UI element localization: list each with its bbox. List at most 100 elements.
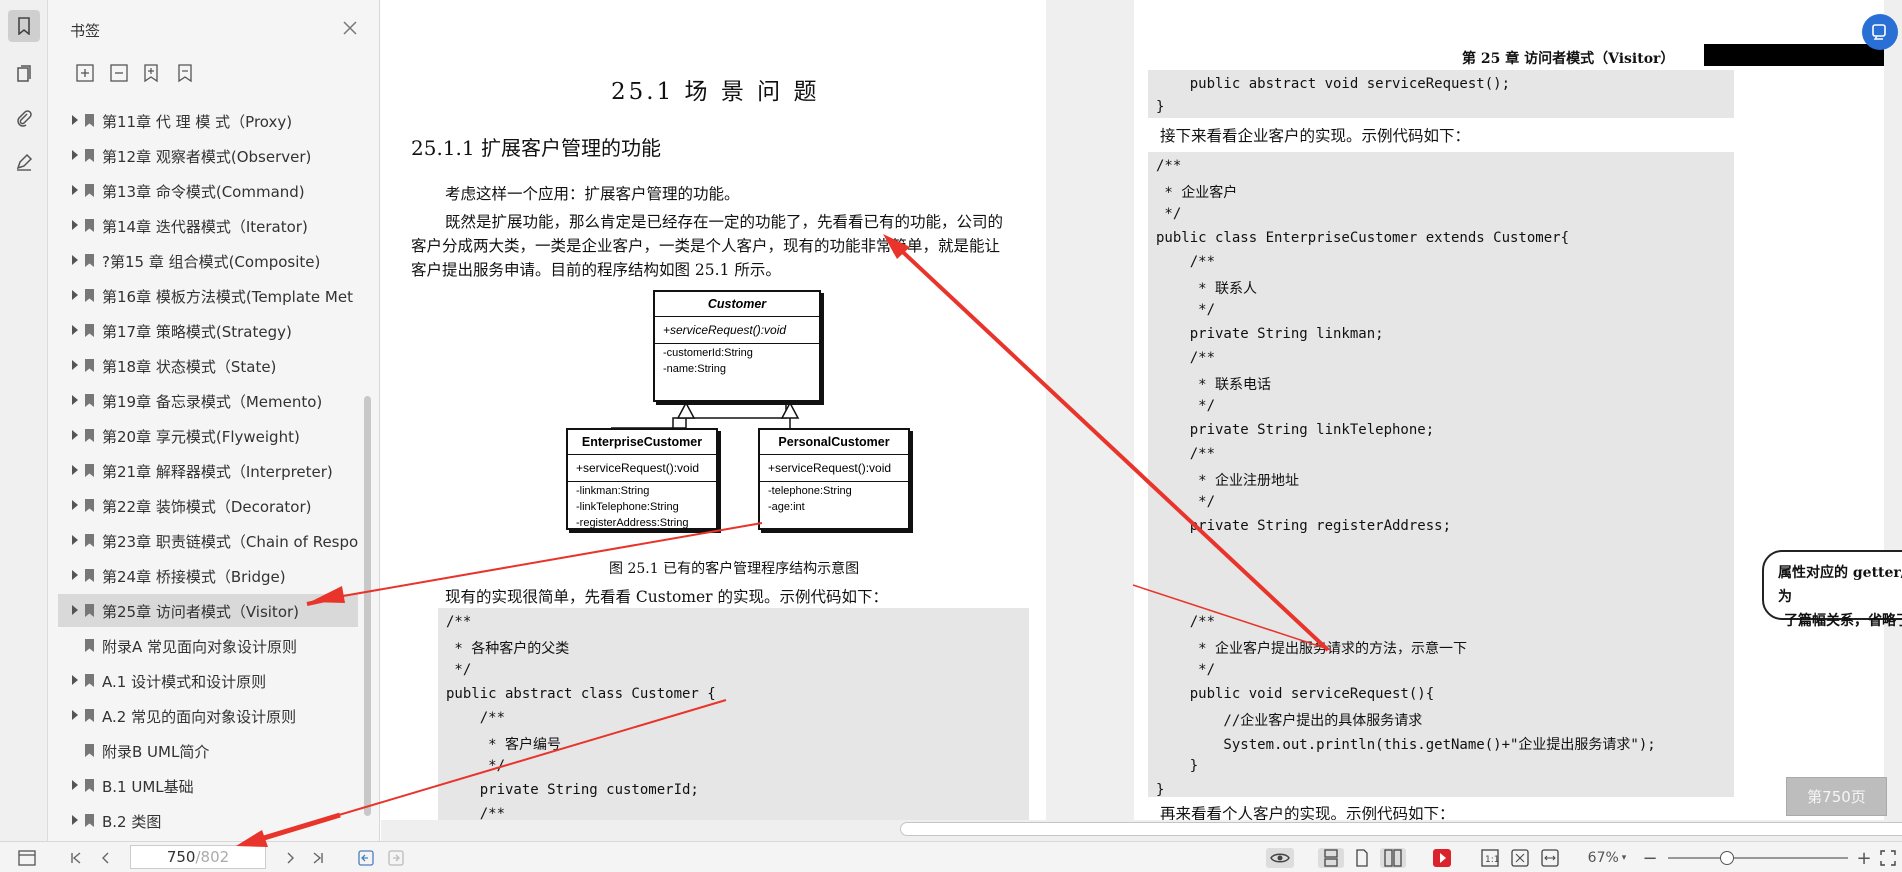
bookmark-item[interactable]: 第22章 装饰模式（Decorator) — [58, 489, 358, 522]
bookmark-item[interactable]: 附录B UML简介 — [58, 734, 358, 767]
page-number-input[interactable]: 750/802 — [130, 845, 266, 869]
bookmark-item[interactable]: 第16章 模板方法模式(Template Met — [58, 279, 358, 312]
expand-arrow-icon[interactable] — [72, 220, 78, 230]
expand-arrow-icon[interactable] — [72, 605, 78, 615]
expand-arrow-icon[interactable] — [72, 430, 78, 440]
horizontal-scrollbar[interactable] — [900, 822, 1902, 836]
code-line: } — [1156, 782, 1165, 797]
expand-all-icon[interactable] — [74, 62, 96, 84]
continuous-view-button[interactable] — [1318, 848, 1344, 868]
expand-arrow-icon[interactable] — [72, 500, 78, 510]
fullscreen-button[interactable] — [1878, 848, 1898, 868]
header-bar — [1704, 44, 1884, 66]
bookmark-item[interactable]: B.2 类图 — [58, 804, 358, 837]
bookmark-label: A.1 设计模式和设计原则 — [102, 673, 267, 691]
prev-page-button[interactable] — [96, 848, 116, 868]
next-page-button[interactable] — [280, 848, 300, 868]
fit-width-button[interactable] — [1538, 848, 1562, 868]
signature-panel-button[interactable] — [8, 146, 40, 178]
expand-arrow-icon[interactable] — [72, 675, 78, 685]
bookmark-item[interactable]: A.2 常见的面向对象设计原则 — [58, 699, 358, 732]
expand-arrow-icon[interactable] — [72, 290, 78, 300]
page-749: 25.1 场 景 问 题 25.1.1 扩展客户管理的功能 考虑这样一个应用：扩… — [381, 0, 1046, 820]
bookmark-item[interactable]: 第20章 享元模式(Flyweight) — [58, 419, 358, 452]
actual-size-button[interactable]: 1:1 — [1478, 848, 1502, 868]
code-line: } — [1156, 99, 1165, 115]
remove-bookmark-icon[interactable] — [174, 62, 196, 84]
zoom-in-button[interactable]: + — [1854, 848, 1874, 869]
collapse-all-icon[interactable] — [108, 62, 130, 84]
floating-assistant-button[interactable] — [1862, 14, 1898, 50]
expand-arrow-icon[interactable] — [72, 780, 78, 790]
forward-button[interactable] — [386, 848, 406, 868]
bookmark-item[interactable]: A.1 设计模式和设计原则 — [58, 664, 358, 697]
code-line: public void serviceRequest(){ — [1156, 686, 1435, 702]
first-page-button[interactable] — [66, 848, 86, 868]
code-line: */ — [446, 662, 472, 678]
back-button[interactable] — [356, 848, 376, 868]
bookmark-item[interactable]: B.1 UML基础 — [58, 769, 358, 802]
paragraph: 再来看看个人客户的实现。示例代码如下： — [1160, 805, 1455, 820]
uml-class-name: PersonalCustomer — [760, 430, 908, 455]
zoom-slider-thumb[interactable] — [1720, 851, 1734, 865]
panel-scrollbar[interactable] — [364, 396, 371, 816]
bookmark-icon — [85, 814, 94, 827]
bookmark-label: 第11章 代 理 模 式（Proxy) — [102, 113, 293, 131]
expand-arrow-icon[interactable] — [72, 185, 78, 195]
bookmark-icon — [85, 149, 94, 162]
expand-arrow-icon[interactable] — [72, 115, 78, 125]
chevron-right-icon — [287, 852, 294, 864]
bookmark-label: 第21章 解释器模式（Interpreter) — [102, 463, 333, 481]
close-icon[interactable] — [340, 18, 360, 38]
expand-arrow-icon[interactable] — [72, 710, 78, 720]
expand-arrow-icon[interactable] — [72, 395, 78, 405]
attachment-panel-button[interactable] — [8, 102, 40, 134]
bookmark-item[interactable]: 第21章 解释器模式（Interpreter) — [58, 454, 358, 487]
bookmark-item[interactable]: 第24章 桥接模式（Bridge) — [58, 559, 358, 592]
play-button[interactable] — [1430, 848, 1454, 868]
last-page-icon — [313, 852, 323, 864]
two-page-button[interactable] — [1380, 848, 1406, 868]
bookmark-item[interactable]: 第19章 备忘录模式（Memento) — [58, 384, 358, 417]
zoom-out-button[interactable]: − — [1640, 848, 1660, 869]
total-pages: /802 — [195, 848, 230, 866]
callout-bubble: 属性对应的 getter/setter 方法，为 了篇幅关系，省略了 — [1762, 550, 1902, 629]
bookmark-icon — [85, 534, 94, 547]
zoom-slider[interactable] — [1668, 851, 1848, 865]
expand-arrow-icon[interactable] — [72, 815, 78, 825]
bookmark-item[interactable]: 第17章 策略模式(Strategy) — [58, 314, 358, 347]
fit-page-button[interactable] — [1508, 848, 1532, 868]
single-page-button[interactable] — [1350, 848, 1374, 868]
bookmark-item[interactable]: 附录A 常见面向对象设计原则 — [58, 629, 358, 662]
paragraph: 现有的实现很简单，先看看 Customer 的实现。示例代码如下： — [445, 588, 888, 606]
last-page-button[interactable] — [308, 848, 328, 868]
uml-attribute: -telephone:String — [768, 485, 852, 497]
eye-protection-button[interactable] — [1266, 848, 1294, 868]
left-toolbar — [0, 0, 48, 841]
bookmark-item[interactable]: 第14章 迭代器模式（Iterator) — [58, 209, 358, 242]
thumbnail-panel-button[interactable] — [8, 58, 40, 90]
bookmark-item[interactable]: 第13章 命令模式(Command) — [58, 174, 358, 207]
expand-arrow-icon[interactable] — [72, 535, 78, 545]
expand-arrow-icon[interactable] — [72, 570, 78, 580]
bookmark-panel-button[interactable] — [8, 10, 40, 42]
code-line: /** — [446, 614, 472, 630]
bookmark-item[interactable]: 第11章 代 理 模 式（Proxy) — [58, 104, 358, 137]
add-bookmark-icon[interactable] — [140, 62, 162, 84]
uml-attribute: -name:String — [663, 363, 726, 375]
bookmark-item-selected[interactable]: 第25章 访问者模式（Visitor) — [58, 594, 358, 627]
expand-arrow-icon[interactable] — [72, 360, 78, 370]
expand-arrow-icon[interactable] — [72, 255, 78, 265]
bookmark-item[interactable]: 第18章 状态模式（State) — [58, 349, 358, 382]
expand-arrow-icon[interactable] — [72, 325, 78, 335]
bookmark-item[interactable]: 第12章 观察者模式(Observer) — [58, 139, 358, 172]
bookmark-item[interactable]: 第23章 职责链模式（Chain of Respo — [58, 524, 358, 557]
expand-arrow-icon[interactable] — [72, 465, 78, 475]
bookmark-item[interactable]: ?第15 章 组合模式(Composite) — [58, 244, 358, 277]
expand-arrow-icon[interactable] — [72, 150, 78, 160]
zoom-dropdown[interactable]: 67% ▾ — [1582, 848, 1632, 868]
bookmark-label: 附录B UML简介 — [102, 743, 210, 761]
sidebar-toggle-button[interactable] — [16, 848, 38, 868]
bookmark-icon — [85, 639, 94, 652]
document-viewport[interactable]: 25.1 场 景 问 题 25.1.1 扩展客户管理的功能 考虑这样一个应用：扩… — [381, 0, 1902, 841]
